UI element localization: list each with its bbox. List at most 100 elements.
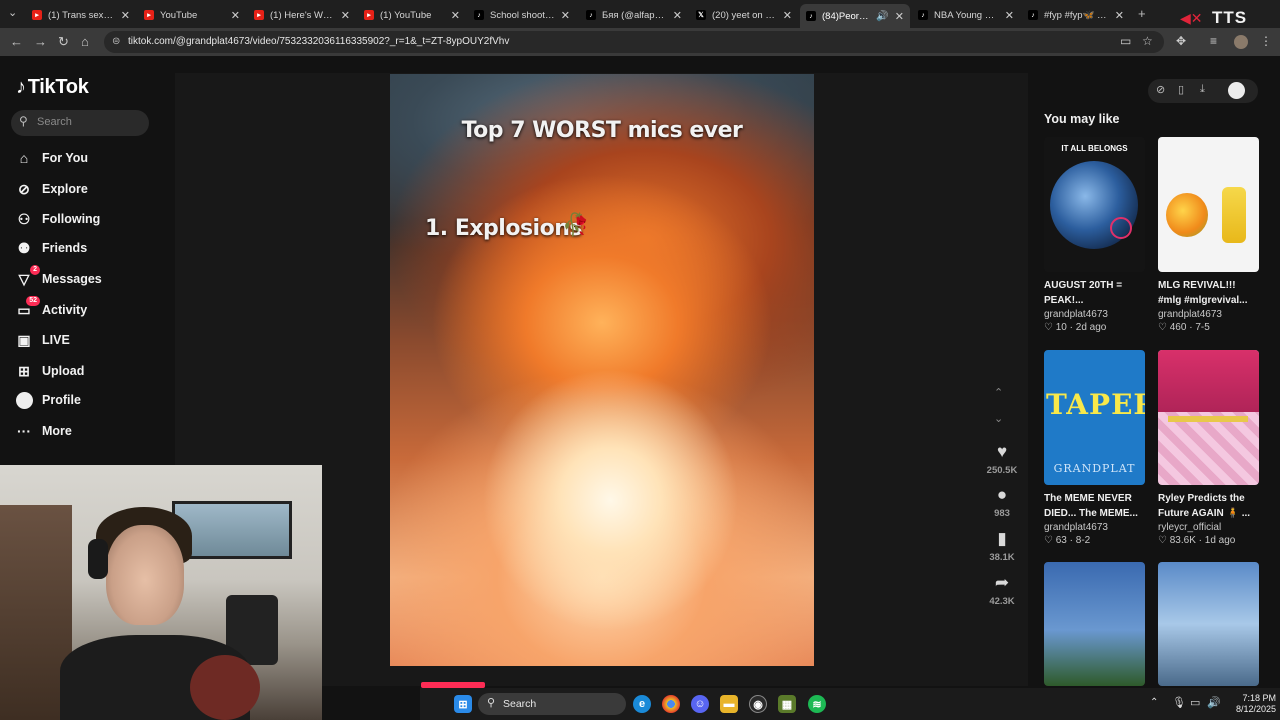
- previous-video-icon[interactable]: ⌃: [994, 386, 1003, 399]
- like-button[interactable]: ♥ 250.5K: [980, 442, 1024, 476]
- tab-title: #fyp #fyp🦋 #viral: [1044, 9, 1109, 21]
- share-arrow-icon: ➦: [994, 573, 1010, 592]
- nav-upload[interactable]: ⊞ Upload: [15, 359, 84, 383]
- tab-close-icon[interactable]: ✕: [895, 10, 904, 23]
- tab-list-dropdown-icon[interactable]: ⌄: [8, 6, 17, 19]
- youtube-favicon-icon: ▸: [32, 10, 42, 20]
- next-video-icon[interactable]: ⌄: [994, 412, 1003, 425]
- back-icon[interactable]: ←: [10, 34, 23, 49]
- spotify-icon[interactable]: ≋: [808, 695, 826, 713]
- browser-tab[interactable]: ♪ School shooting ✕: [468, 4, 576, 26]
- save-button[interactable]: ▮ 38.1K: [980, 529, 1024, 563]
- network-icon[interactable]: ▭: [1190, 696, 1200, 709]
- nav-explore[interactable]: ⊘ Explore: [15, 177, 88, 201]
- card-username[interactable]: grandplat4673: [1158, 309, 1259, 320]
- nav-following[interactable]: ⚇ Following: [15, 207, 101, 231]
- headset: [88, 539, 108, 579]
- tiktok-logo[interactable]: ♪ TikTok: [16, 76, 89, 99]
- taskbar-search[interactable]: ⚲ Search: [478, 693, 626, 715]
- card-likes: 460: [1169, 322, 1187, 333]
- reading-list-icon[interactable]: ≡: [1210, 34, 1217, 48]
- save-count: 38.1K: [989, 552, 1015, 563]
- tab-close-icon[interactable]: ✕: [231, 9, 240, 22]
- card-username[interactable]: grandplat4673: [1044, 309, 1145, 320]
- microphone-tray-icon[interactable]: 🎙: [1172, 696, 1186, 709]
- recommended-video-card[interactable]: TAPER F GRANDPLAT The MEME NEVER DIED...…: [1044, 350, 1145, 546]
- tab-close-icon[interactable]: ✕: [783, 9, 792, 22]
- autoscroll-icon[interactable]: ⊘: [1156, 83, 1165, 96]
- browser-tab[interactable]: ♪ #fyp #fyp🦋 #viral ✕: [1022, 4, 1130, 26]
- audio-playing-icon[interactable]: 🔊: [876, 11, 888, 22]
- address-bar[interactable]: ⊜ tiktok.com/@grandplat4673/video/753233…: [104, 31, 1164, 53]
- chrome-browser-icon[interactable]: [662, 695, 680, 713]
- youtube-favicon-icon: ▸: [254, 10, 264, 20]
- more-icon: ···: [17, 423, 31, 439]
- comment-button[interactable]: ● 983: [980, 485, 1024, 519]
- account-avatar-icon[interactable]: [1228, 82, 1245, 99]
- nav-profile[interactable]: Profile: [15, 388, 81, 412]
- extensions-icon[interactable]: ✥: [1176, 34, 1186, 48]
- card-username[interactable]: grandplat4673: [1044, 522, 1145, 533]
- user-avatar-icon[interactable]: [1234, 35, 1248, 49]
- video-thumbnail: [1158, 137, 1259, 272]
- nav-live[interactable]: ▣ LIVE: [15, 328, 69, 352]
- file-explorer-icon[interactable]: ▬: [720, 695, 738, 713]
- recommended-video-card[interactable]: [1044, 562, 1145, 686]
- nav-messages[interactable]: ▽ 2 Messages: [15, 265, 102, 291]
- browser-tab[interactable]: ▸ (1) YouTube ✕: [358, 4, 466, 26]
- tab-close-icon[interactable]: ✕: [121, 9, 130, 22]
- card-likes: 63: [1055, 535, 1067, 546]
- mini-player-icon[interactable]: ▯: [1178, 83, 1184, 96]
- edge-browser-icon[interactable]: e: [633, 695, 651, 713]
- game-launcher-icon[interactable]: ▦: [778, 695, 796, 713]
- recommended-video-card[interactable]: Ryley Predicts the Future AGAIN 🧍 ... ry…: [1158, 350, 1259, 546]
- nav-for-you[interactable]: ⌂ For You: [15, 146, 88, 170]
- recommended-video-card[interactable]: [1158, 562, 1259, 686]
- browser-tab[interactable]: ▸ (1) Here's Why Yo ✕: [248, 4, 356, 26]
- home-icon[interactable]: ⌂: [81, 34, 89, 49]
- browser-tab[interactable]: ♪ Бяя (@alfapvp00) ✕: [580, 4, 688, 26]
- discord-icon[interactable]: ☺: [691, 695, 709, 713]
- reload-icon[interactable]: ↻: [58, 34, 69, 50]
- nav-activity[interactable]: ▭ 52 Activity: [15, 296, 87, 322]
- youtube-favicon-icon: ▸: [144, 10, 154, 20]
- windows-start-icon[interactable]: ⊞: [454, 695, 472, 713]
- browser-tab[interactable]: 𝕏 (20) yeet on X: "A ✕: [690, 4, 798, 26]
- nav-friends[interactable]: ⚉ Friends: [15, 236, 87, 260]
- card-username[interactable]: ryleycr_official: [1158, 522, 1259, 533]
- card-title: Ryley Predicts the Future AGAIN 🧍 ...: [1158, 493, 1251, 519]
- obs-icon[interactable]: ◉: [749, 695, 767, 713]
- tiktok-favicon-icon: ♪: [586, 10, 596, 20]
- video-caption-item: 1. Explosions: [425, 216, 582, 241]
- tab-title: YouTube: [160, 9, 198, 21]
- recommended-video-card[interactable]: MLG REVIVAL!!! #mlg #mlgrevival... grand…: [1158, 137, 1259, 333]
- like-count: 250.5K: [986, 465, 1018, 476]
- bookmark-star-icon[interactable]: ☆: [1142, 34, 1153, 48]
- browser-tab-active[interactable]: ♪ (84)Peores m 🔊 ✕: [800, 4, 910, 28]
- new-tab-icon[interactable]: +: [1138, 6, 1146, 21]
- volume-icon[interactable]: 🔊: [1207, 696, 1221, 709]
- tab-close-icon[interactable]: ✕: [561, 9, 570, 22]
- tab-close-icon[interactable]: ✕: [1005, 9, 1014, 22]
- tab-close-icon[interactable]: ✕: [673, 9, 682, 22]
- cast-icon[interactable]: ▭: [1120, 34, 1131, 48]
- nav-more[interactable]: ··· More: [15, 419, 72, 443]
- browser-tab[interactable]: ♪ NBA Young Boy: ✕: [912, 4, 1020, 26]
- tab-close-icon[interactable]: ✕: [341, 9, 350, 22]
- video-player[interactable]: Top 7 WORST mics ever 1. Explosions 🥀: [390, 74, 814, 666]
- tray-chevron-icon[interactable]: ⌃: [1150, 697, 1158, 708]
- download-icon[interactable]: ⤓: [1200, 83, 1205, 96]
- site-info-icon[interactable]: ⊜: [112, 31, 120, 53]
- tab-close-icon[interactable]: ✕: [451, 9, 460, 22]
- browser-menu-icon[interactable]: ⋮: [1260, 34, 1272, 48]
- system-clock[interactable]: 7:18 PM 8/12/2025: [1226, 693, 1276, 715]
- tiktok-favicon-icon: ♪: [1028, 10, 1038, 20]
- browser-tab[interactable]: ▸ (1) Trans sex offe ✕: [26, 4, 136, 26]
- browser-tab[interactable]: ▸ YouTube ✕: [138, 4, 246, 26]
- share-button[interactable]: ➦ 42.3K: [980, 573, 1024, 607]
- forward-icon[interactable]: →: [34, 34, 47, 49]
- recommended-video-card[interactable]: IT ALL BELONGS AUGUST 20TH = PEAK!... gr…: [1044, 137, 1145, 333]
- search-input[interactable]: ⚲ Search: [11, 110, 149, 136]
- card-date: 2d ago: [1075, 322, 1107, 333]
- tab-close-icon[interactable]: ✕: [1115, 9, 1124, 22]
